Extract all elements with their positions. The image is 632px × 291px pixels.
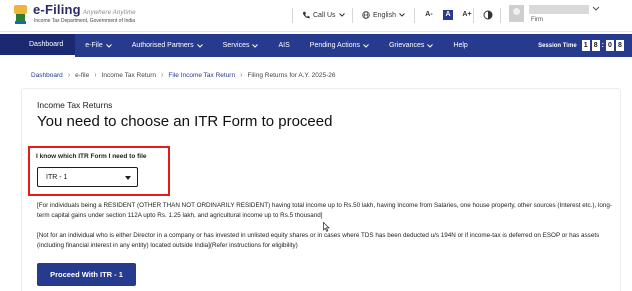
session-digit: 1 — [581, 40, 590, 51]
session-digit: 0 — [606, 40, 614, 51]
itr-form-field-label: I know which ITR Form I need to file — [36, 153, 147, 160]
session-digit: 8 — [591, 40, 600, 51]
chevron-down-icon — [399, 13, 405, 17]
section-eyebrow: Income Tax Returns — [37, 100, 113, 110]
language-label: English — [373, 11, 396, 19]
session-label: Session Time — [538, 42, 577, 49]
nav-label: e-File — [85, 42, 103, 49]
session-timer: Session Time 1 8 : 0 8 — [538, 40, 624, 51]
nav-item-pending-actions[interactable]: Pending Actions — [300, 34, 379, 57]
chevron-down-icon — [196, 43, 203, 48]
top-header: e-Filing Anywhere Anytime Income Tax Depa… — [0, 0, 632, 32]
call-us-menu[interactable]: Call Us — [302, 11, 345, 19]
itr-exclusion-text: [Not for an individual who is either Dir… — [37, 232, 600, 249]
chevron-right-icon: › — [94, 72, 97, 79]
national-emblem-icon — [14, 5, 27, 24]
chevron-down-icon — [363, 43, 369, 48]
chevron-right-icon: › — [67, 72, 71, 79]
page-title: You need to choose an ITR Form to procee… — [37, 113, 333, 130]
font-size-controls: A- A A+ — [424, 10, 472, 20]
itr-form-select[interactable]: ITR - 1 — [37, 167, 138, 187]
itr-eligibility-text: [For individuals being a RESIDENT (OTHER… — [37, 202, 612, 219]
header-divider — [352, 8, 353, 23]
font-default-button[interactable]: A — [443, 10, 453, 20]
nav-label: Authorised Partners — [131, 42, 194, 49]
nav-item-dashboard[interactable]: Dashboard — [0, 34, 76, 57]
breadcrumb-dashboard[interactable]: Dashboard — [31, 72, 63, 79]
nav-item-grievances[interactable]: Grievances — [379, 34, 443, 57]
session-digit: 8 — [616, 40, 624, 51]
main-nav: Dashboard e-File Authorised Partners Ser… — [0, 34, 632, 57]
header-divider — [414, 8, 415, 23]
contrast-toggle-icon[interactable] — [483, 10, 493, 20]
user-menu-chevron-icon[interactable] — [592, 6, 600, 12]
breadcrumb: Dashboard › e-file › Income Tax Return ›… — [31, 72, 335, 79]
logo-tagline: Anywhere Anytime — [82, 10, 136, 16]
font-increase-button[interactable]: A+ — [462, 10, 472, 20]
session-separator: : — [601, 42, 604, 49]
user-role: Firm — [531, 17, 543, 23]
nav-item-e-file[interactable]: e-File — [75, 34, 122, 57]
chevron-down-icon — [252, 43, 259, 48]
chevron-down-icon — [338, 13, 345, 17]
chevron-right-icon: › — [161, 72, 164, 79]
breadcrumb-current-page: Filing Returns for A.Y. 2025-26 — [247, 72, 336, 79]
nav-label: AIS — [278, 42, 290, 49]
breadcrumb-file-income-tax-return[interactable]: File Income Tax Return — [168, 72, 235, 79]
dropdown-caret-icon — [125, 176, 131, 180]
font-decrease-button[interactable]: A- — [424, 10, 434, 20]
chevron-right-icon: › — [240, 72, 243, 79]
proceed-button[interactable]: Proceed With ITR - 1 — [37, 263, 136, 286]
logo-title: e-Filing — [33, 2, 81, 17]
avatar[interactable] — [509, 5, 524, 22]
logo-subtitle: Income Tax Department, Government of Ind… — [34, 18, 136, 24]
nav-label: Pending Actions — [309, 42, 360, 49]
site-logo[interactable]: e-Filing Anywhere Anytime — [33, 2, 136, 17]
call-us-label: Call Us — [313, 11, 336, 19]
breadcrumb-e-file: e-file — [75, 72, 90, 79]
nav-item-services[interactable]: Services — [213, 34, 269, 57]
header-divider — [500, 8, 501, 23]
username-redacted — [529, 5, 589, 14]
globe-icon — [362, 11, 370, 19]
nav-item-help[interactable]: Help — [443, 34, 477, 57]
header-divider — [473, 8, 474, 23]
chevron-down-icon — [105, 43, 112, 48]
nav-item-authorised-partners[interactable]: Authorised Partners — [122, 34, 213, 57]
nav-label: Services — [222, 42, 250, 49]
nav-item-ais[interactable]: AIS — [268, 34, 299, 57]
language-selector[interactable]: English — [362, 11, 405, 19]
phone-icon — [302, 11, 310, 19]
nav-label: Help — [453, 42, 468, 49]
nav-label: Grievances — [388, 42, 425, 49]
mouse-cursor-icon — [323, 222, 330, 232]
header-divider — [292, 8, 293, 23]
breadcrumb-income-tax-return: Income Tax Return — [101, 72, 157, 79]
nav-label: Dashboard — [29, 41, 64, 48]
itr-form-selected-value: ITR - 1 — [46, 173, 68, 181]
chevron-down-icon — [427, 43, 434, 48]
